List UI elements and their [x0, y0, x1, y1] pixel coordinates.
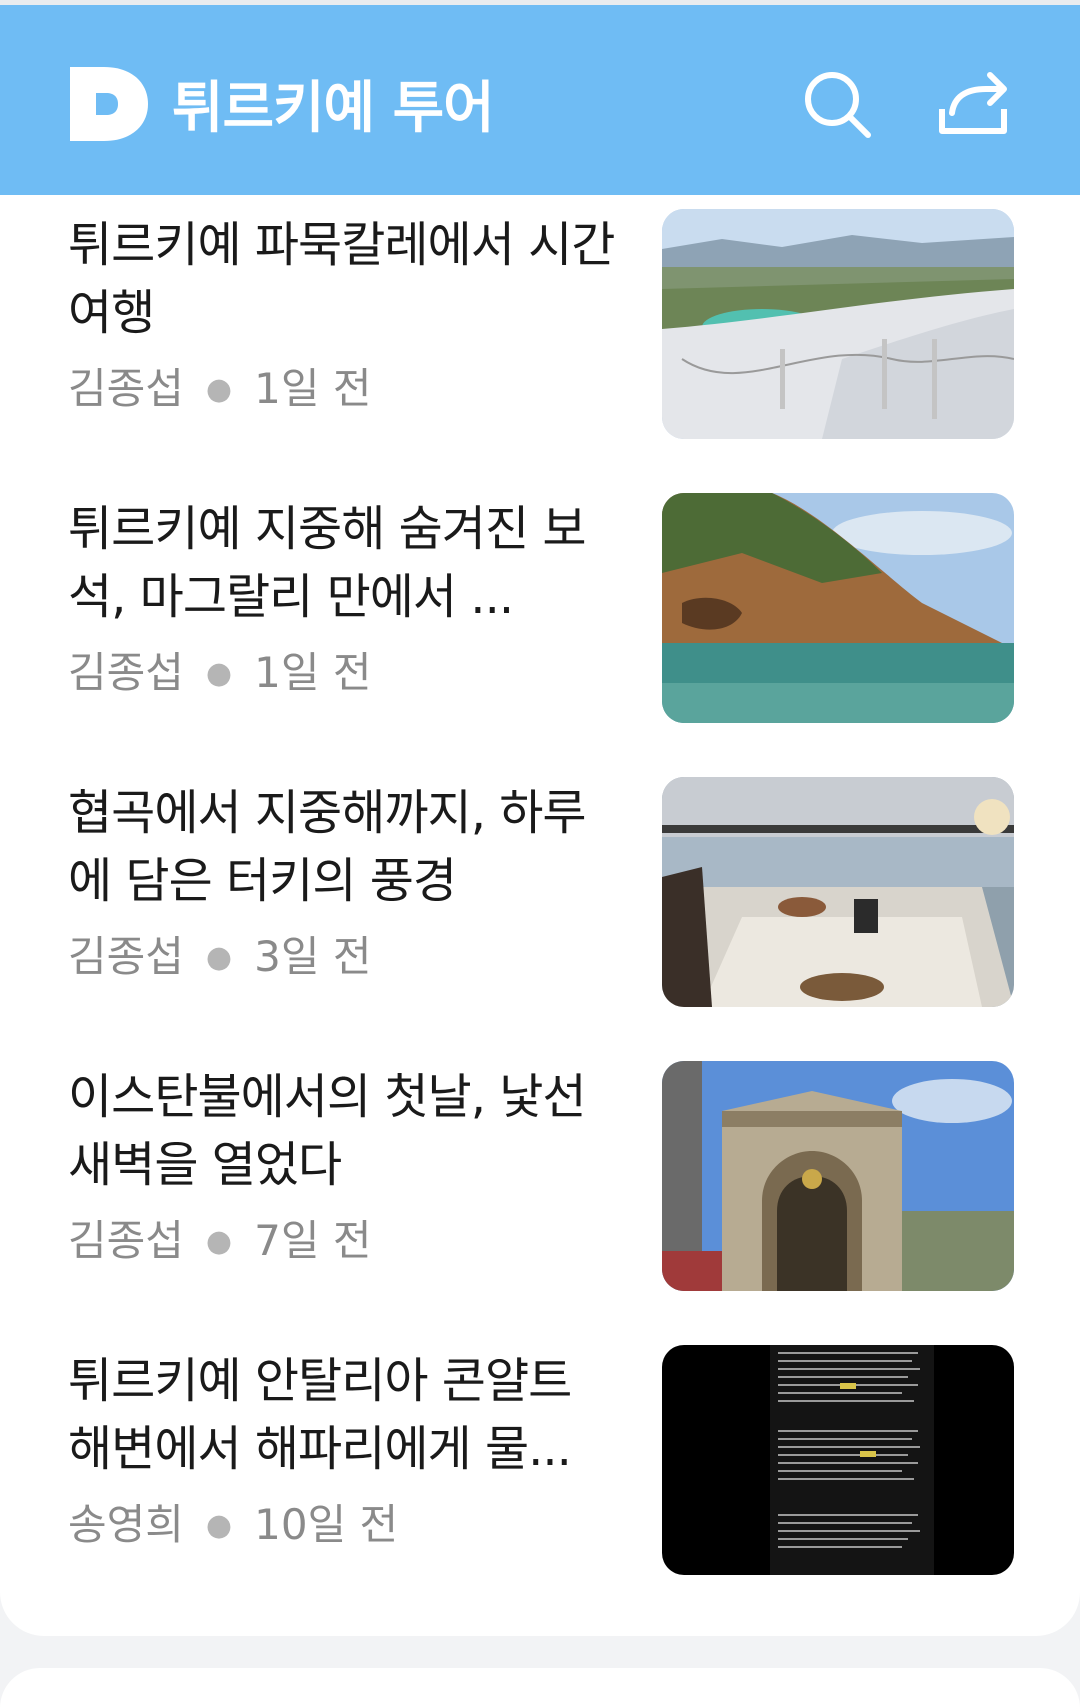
- search-icon[interactable]: [800, 67, 874, 141]
- separator-dot: ●: [205, 940, 233, 975]
- separator-dot: ●: [205, 1224, 233, 1259]
- separator-dot: ●: [205, 656, 233, 691]
- article-thumbnail[interactable]: [662, 1345, 1014, 1575]
- article-title[interactable]: 이스탄불에서의 첫날, 낯선 새벽을 열었다: [68, 1063, 616, 1199]
- post-time: 1일 전: [254, 648, 372, 697]
- article-meta: 김종섭 ● 3일 전: [68, 927, 371, 987]
- post-time: 1일 전: [254, 364, 372, 413]
- author-name: 김종섭: [68, 932, 184, 981]
- list-item[interactable]: 협곡에서 지중해까지, 하루에 담은 터키의 풍경 김종섭 ● 3일 전: [0, 763, 1080, 1007]
- article-thumbnail[interactable]: [662, 777, 1014, 1007]
- article-meta: 김종섭 ● 1일 전: [68, 643, 371, 703]
- article-title[interactable]: 튀르키예 지중해 숨겨진 보석, 마그랄리 만에서 ...: [68, 495, 616, 631]
- share-icon[interactable]: [936, 67, 1010, 141]
- list-item[interactable]: 튀르키예 안탈리아 콘얄트 해변에서 해파리에게 물... 송영희 ● 10일 전: [0, 1331, 1080, 1575]
- author-name: 송영희: [68, 1500, 184, 1549]
- app-title: 튀르키예 투어: [172, 76, 495, 141]
- article-meta: 김종섭 ● 7일 전: [68, 1211, 371, 1271]
- author-name: 김종섭: [68, 1216, 184, 1265]
- post-time: 3일 전: [254, 932, 372, 981]
- list-item[interactable]: 튀르키예 지중해 숨겨진 보석, 마그랄리 만에서 ... 김종섭 ● 1일 전: [0, 479, 1080, 723]
- post-time: 7일 전: [254, 1216, 372, 1265]
- article-title[interactable]: 튀르키예 안탈리아 콘얄트 해변에서 해파리에게 물...: [68, 1347, 616, 1483]
- article-thumbnail[interactable]: [662, 493, 1014, 723]
- author-name: 김종섭: [68, 364, 184, 413]
- next-section-card: [0, 1668, 1080, 1708]
- daum-logo-icon[interactable]: [68, 63, 150, 145]
- separator-dot: ●: [205, 1508, 233, 1543]
- article-thumbnail[interactable]: [662, 1061, 1014, 1291]
- list-item[interactable]: 튀르키예 파묵칼레에서 시간 여행 김종섭 ● 1일 전: [0, 195, 1080, 439]
- separator-dot: ●: [205, 372, 233, 407]
- list-item[interactable]: 이스탄불에서의 첫날, 낯선 새벽을 열었다 김종섭 ● 7일 전: [0, 1047, 1080, 1291]
- article-meta: 송영희 ● 10일 전: [68, 1495, 398, 1555]
- article-title[interactable]: 튀르키예 파묵칼레에서 시간 여행: [68, 211, 616, 347]
- article-list: 튀르키예 파묵칼레에서 시간 여행 김종섭●1일 전 튀르키예 지중해 숨겨: [0, 195, 1080, 1636]
- author-name: 김종섭: [68, 648, 184, 697]
- post-time: 10일 전: [254, 1500, 399, 1549]
- article-title[interactable]: 협곡에서 지중해까지, 하루에 담은 터키의 풍경: [68, 779, 616, 915]
- app-header: 튀르키예 투어: [0, 5, 1080, 195]
- article-meta: 김종섭 ● 1일 전: [68, 359, 371, 419]
- article-thumbnail[interactable]: [662, 209, 1014, 439]
